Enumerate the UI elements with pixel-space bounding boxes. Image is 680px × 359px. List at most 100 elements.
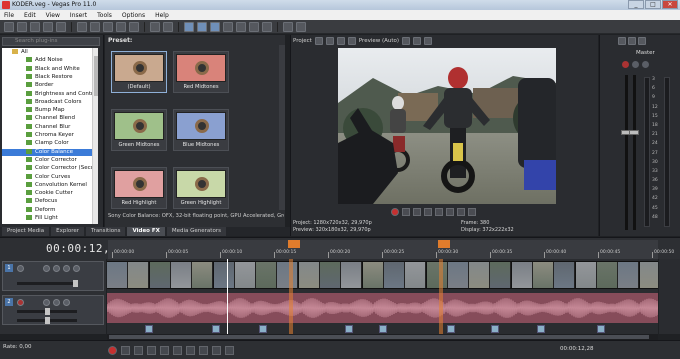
plugin-item[interactable]: Border xyxy=(2,82,98,89)
next-frame-icon[interactable] xyxy=(225,346,234,355)
menu-file[interactable]: File xyxy=(4,12,14,19)
timeline-tracks[interactable] xyxy=(107,259,658,334)
expand-track-icon[interactable] xyxy=(17,265,24,272)
plugin-item[interactable]: Convolution Kernel xyxy=(2,181,98,189)
preset-thumbnail[interactable]: Green Midtones xyxy=(111,109,167,151)
loop-icon[interactable] xyxy=(402,208,410,216)
stop-icon[interactable] xyxy=(446,208,454,216)
plugin-item[interactable]: Chroma Keyer xyxy=(2,132,98,139)
master-fx-icon[interactable] xyxy=(632,61,639,68)
master-fader-right[interactable] xyxy=(633,75,636,230)
event-marker[interactable] xyxy=(447,325,455,333)
playback-rate[interactable]: Rate: 0,00 xyxy=(3,344,31,350)
audio-track-header[interactable]: 2 xyxy=(2,295,104,325)
plugin-item[interactable]: Color Balance xyxy=(2,148,98,156)
level-slider[interactable] xyxy=(17,280,78,287)
menu-tools[interactable]: Tools xyxy=(97,12,112,19)
plugin-item[interactable]: Cookie Cutter xyxy=(2,190,98,197)
volume-slider[interactable] xyxy=(17,308,77,315)
pause-icon[interactable] xyxy=(435,208,443,216)
loop-region-start-marker[interactable] xyxy=(288,240,300,248)
redo-icon[interactable] xyxy=(163,21,173,32)
event-marker[interactable] xyxy=(491,325,499,333)
external-monitor-icon[interactable] xyxy=(325,37,334,45)
help-icon[interactable] xyxy=(283,21,293,32)
track-fx-icon[interactable] xyxy=(43,299,50,306)
tab-video-fx[interactable]: Video FX xyxy=(127,227,165,236)
menu-view[interactable]: View xyxy=(46,12,60,19)
event-marker[interactable] xyxy=(597,325,605,333)
save-icon[interactable] xyxy=(30,21,40,32)
master-fader-left[interactable] xyxy=(625,75,628,230)
open-icon[interactable] xyxy=(17,21,27,32)
tab-media-generators[interactable]: Media Generators xyxy=(166,227,226,236)
preview-fx-icon[interactable] xyxy=(336,37,345,45)
plugin-item[interactable]: Brightness and Contrast xyxy=(2,90,98,98)
playhead-cursor[interactable] xyxy=(227,259,228,334)
tab-transitions[interactable]: Transitions xyxy=(86,227,126,236)
play-icon[interactable] xyxy=(424,208,432,216)
render-icon[interactable] xyxy=(43,21,53,32)
close-button[interactable]: ✕ xyxy=(662,0,678,9)
play-from-start-icon[interactable] xyxy=(134,346,143,355)
envelope-tool-icon[interactable] xyxy=(236,21,246,32)
preset-scrollbar[interactable] xyxy=(279,45,285,210)
downmix-icon[interactable] xyxy=(618,37,626,45)
record-icon[interactable] xyxy=(391,208,399,216)
plugin-item[interactable]: Fill Light xyxy=(2,215,98,222)
solo-icon[interactable] xyxy=(63,299,70,306)
event-marker[interactable] xyxy=(259,325,267,333)
auto-ripple-icon[interactable] xyxy=(184,21,194,32)
video-track-header[interactable]: 1 xyxy=(2,261,104,291)
solo-icon[interactable] xyxy=(73,265,80,272)
paste-icon[interactable] xyxy=(103,21,113,32)
zoom-tool-icon[interactable] xyxy=(262,21,272,32)
copy-icon[interactable] xyxy=(90,21,100,32)
play-icon[interactable] xyxy=(147,346,156,355)
menu-help[interactable]: Help xyxy=(155,12,169,19)
overlays-icon[interactable] xyxy=(402,37,411,45)
plugin-item[interactable]: Color Corrector xyxy=(2,156,98,164)
tree-scrollbar[interactable] xyxy=(92,48,98,224)
menu-insert[interactable]: Insert xyxy=(70,12,87,19)
time-ruler[interactable]: 00:00:00 00:00:05 00:00:10 00:00:15 00:00:20… xyxy=(108,240,674,260)
tree-root-all[interactable]: All xyxy=(2,49,98,56)
lock-envelopes-icon[interactable] xyxy=(197,21,207,32)
preset-thumbnail[interactable]: Green Highlight xyxy=(173,167,229,209)
go-to-start-icon[interactable] xyxy=(457,208,465,216)
pan-slider[interactable] xyxy=(17,317,77,324)
plugin-item[interactable]: Deform xyxy=(2,206,98,214)
minimize-button[interactable]: _ xyxy=(628,0,644,9)
preset-thumbnail[interactable]: (Default) xyxy=(111,51,167,93)
cut-icon[interactable] xyxy=(77,21,87,32)
copy-snapshot-icon[interactable] xyxy=(413,37,422,45)
save-snapshot-icon[interactable] xyxy=(424,37,433,45)
delete-icon[interactable] xyxy=(116,21,126,32)
go-to-end-icon[interactable] xyxy=(199,346,208,355)
normal-edit-tool-icon[interactable] xyxy=(223,21,233,32)
mute-icon[interactable] xyxy=(63,265,70,272)
timeline-vertical-scroll[interactable] xyxy=(659,259,680,334)
properties-icon[interactable] xyxy=(56,21,66,32)
mute-icon[interactable] xyxy=(53,299,60,306)
search-input[interactable]: Search plug-ins xyxy=(2,37,100,46)
snapping-icon[interactable] xyxy=(210,21,220,32)
loop-playback-icon[interactable] xyxy=(121,346,130,355)
plugin-item[interactable]: Add Noise xyxy=(2,57,98,64)
preset-thumbnail[interactable]: Blue Midtones xyxy=(173,109,229,151)
record-icon[interactable] xyxy=(108,346,117,355)
master-properties-icon[interactable] xyxy=(638,37,646,45)
pause-icon[interactable] xyxy=(160,346,169,355)
dim-output-icon[interactable] xyxy=(628,37,636,45)
video-track[interactable] xyxy=(107,261,658,289)
menu-edit[interactable]: Edit xyxy=(24,12,36,19)
undo-icon[interactable] xyxy=(150,21,160,32)
go-to-start-icon[interactable] xyxy=(186,346,195,355)
event-marker[interactable] xyxy=(212,325,220,333)
plugin-item[interactable]: Channel Blend xyxy=(2,115,98,122)
new-project-icon[interactable] xyxy=(4,21,14,32)
whats-this-icon[interactable] xyxy=(296,21,306,32)
plugin-item[interactable]: Black and White xyxy=(2,65,98,73)
preset-thumbnail[interactable]: Red Highlight xyxy=(111,167,167,209)
plugin-item[interactable]: Color Corrector (Second xyxy=(2,165,98,172)
